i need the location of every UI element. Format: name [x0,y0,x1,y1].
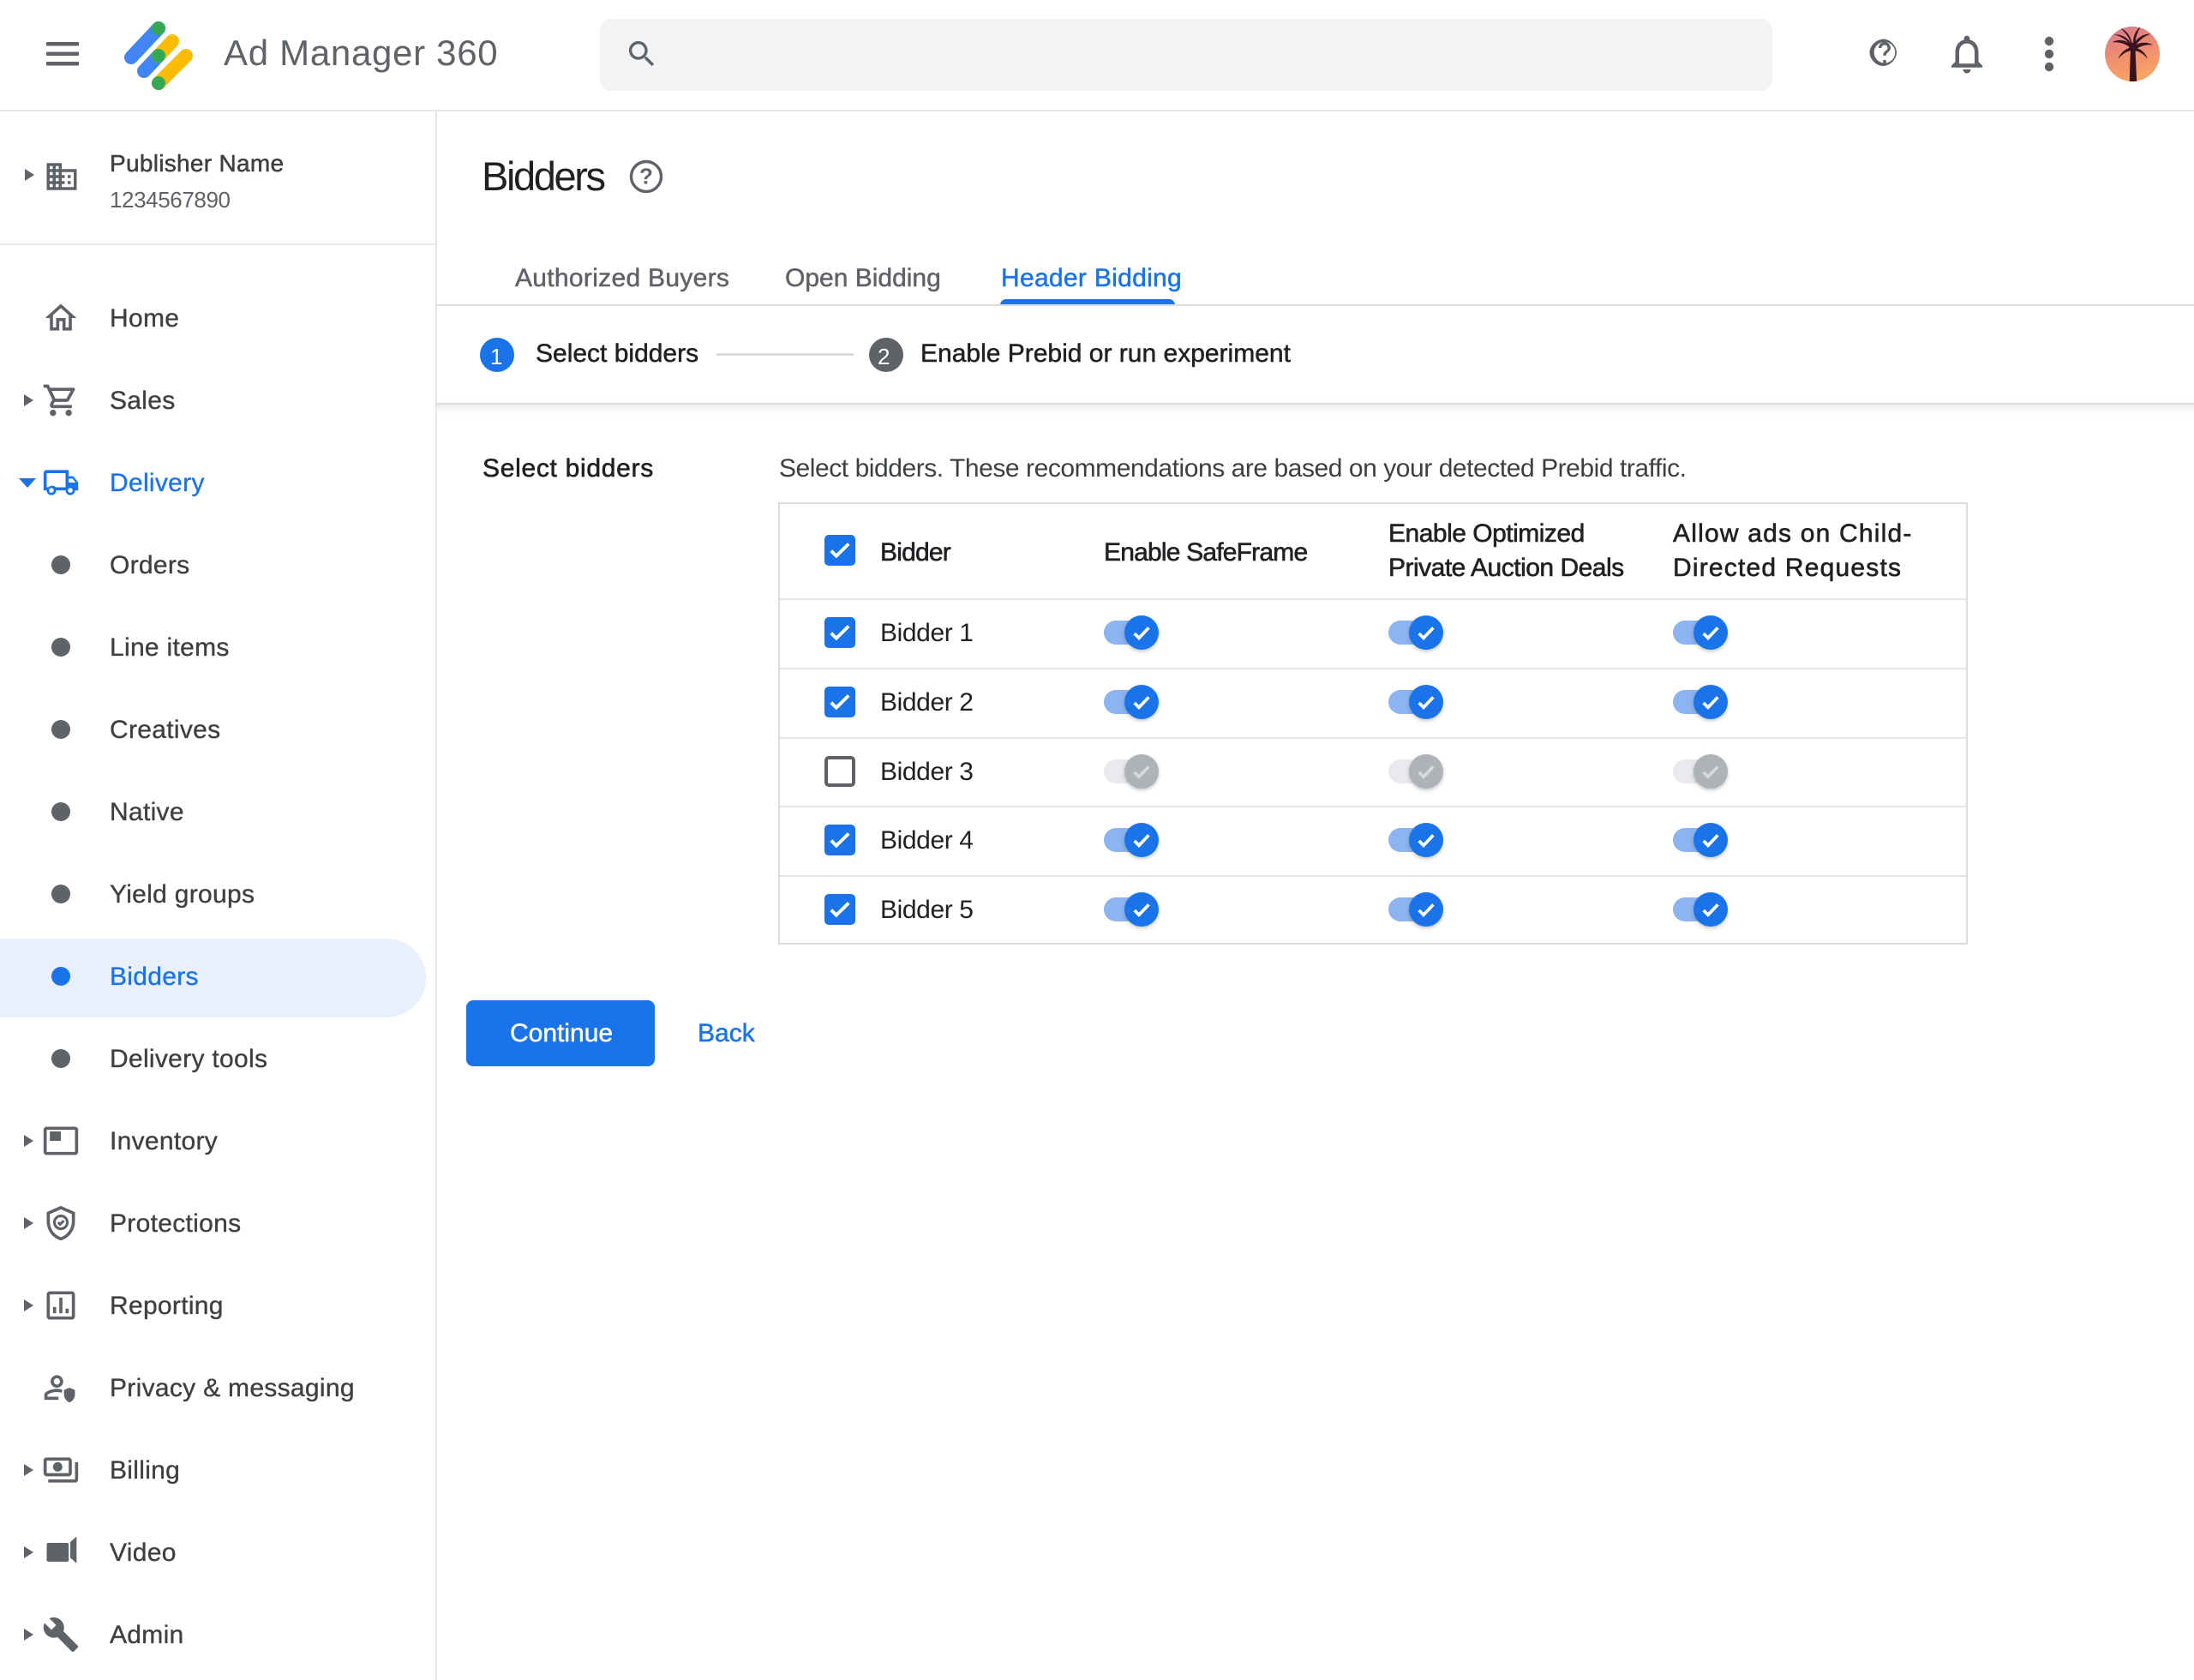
svg-text:?: ? [639,164,653,189]
